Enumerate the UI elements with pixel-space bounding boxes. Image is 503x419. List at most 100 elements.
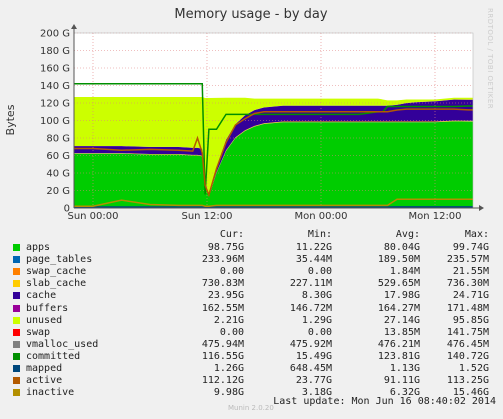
legend-avg-value: 27.14G [383, 314, 420, 326]
y-tick-label: 80 G [46, 134, 70, 145]
legend-avg-value: 91.11G [383, 375, 420, 387]
legend-min-value: 11.22G [295, 242, 332, 253]
legend-swatch [13, 389, 20, 397]
legend-swatch [13, 280, 20, 288]
legend-row-apps: apps 98.75G 11.22G 80.04G 99.74G [0, 241, 503, 254]
y-tick-label: 40 G [46, 169, 70, 180]
legend-avg-value: 17.98G [383, 290, 420, 302]
legend-swatch [13, 304, 20, 312]
last-update: Last update: Mon Jun 16 08:40:02 2014 [273, 396, 496, 407]
legend-row-swap-cache: swap_cache 0.00 0.00 1.84M 21.55M [0, 265, 503, 278]
legend-swatch [13, 244, 20, 251]
legend-swatch [13, 365, 20, 372]
legend-cur-value: 112.12G [201, 375, 244, 387]
y-tick-label: 120 G [40, 99, 70, 110]
y-axis-label: Bytes [4, 104, 17, 135]
x-tick-label: Sun 12:00 [181, 211, 232, 222]
legend-max-value: 171.48M [446, 302, 489, 314]
legend-min-value: 15.49G [295, 350, 332, 362]
legend-min-value: 23.77G [295, 375, 332, 387]
legend-max-value: 99.74G [452, 242, 489, 253]
legend-cur-value: 9.98G [213, 387, 244, 399]
legend-cur-value: 730.83M [201, 278, 244, 290]
legend-cur-value: 233.96M [201, 254, 244, 266]
legend-swatch [13, 340, 20, 348]
legend-min-value: 648.45M [289, 363, 332, 374]
legend-cur-value: 0.00 [219, 266, 244, 278]
legend-series-name: unused [26, 314, 63, 326]
legend-avg-value: 529.65M [377, 278, 420, 290]
y-axis-arrow [71, 24, 77, 29]
legend-row-unused: unused 2.21G 1.29G 27.14G 95.85G [0, 314, 503, 327]
legend-min-value: 475.92M [289, 338, 332, 350]
legend-series-name: active [26, 375, 63, 387]
legend-max-value: 95.85G [452, 314, 489, 326]
legend-avg-value: 80.04G [383, 242, 420, 253]
legend-avg-value: 123.81G [377, 350, 420, 362]
legend-min-value: 146.72M [289, 302, 332, 314]
legend-row-buffers: buffers 162.55M 146.72M 164.27M 171.48M [0, 302, 503, 315]
legend-min-value: 227.11M [289, 278, 332, 290]
legend-series-name: cache [26, 290, 57, 302]
legend-series-name: swap_cache [26, 266, 87, 278]
legend-min-value: 1.29G [301, 314, 332, 326]
legend-series-name: vmalloc_used [26, 338, 99, 350]
legend-series-name: committed [26, 350, 81, 362]
legend-avg-value: 13.85M [383, 326, 420, 338]
legend-row-vmalloc-used: vmalloc_used 475.94M 475.92M 476.21M 476.45M [0, 338, 503, 351]
legend-max-value: 235.57M [446, 254, 489, 266]
legend-row-cache: cache 23.95G 8.30G 17.98G 24.71G [0, 289, 503, 302]
legend-max-value: 736.30M [446, 278, 489, 290]
legend-avg-value: 476.21M [377, 338, 420, 350]
legend-header: Cur: Min: Avg: Max: [0, 228, 503, 241]
chart-title: Memory usage - by day [174, 7, 327, 22]
legend-cur-value: 1.26G [213, 363, 244, 374]
legend-row-mapped: mapped 1.26G 648.45M 1.13G 1.52G [0, 362, 503, 375]
legend-min-value: 0.00 [307, 266, 332, 278]
y-tick-label: 160 G [40, 64, 70, 75]
legend-max-value: 1.52G [458, 363, 489, 374]
legend-series-name: buffers [26, 302, 69, 314]
legend-cur-value: 475.94M [201, 338, 244, 350]
rrdtool-watermark: RRDTOOL / TOBI OETIKER [486, 8, 494, 110]
legend-row-page-tables: page_tables 233.96M 35.44M 189.50M 235.57M [0, 253, 503, 266]
legend-header-cur: Cur: [219, 229, 244, 240]
y-tick-label: 60 G [46, 151, 70, 162]
legend-swatch [13, 377, 20, 385]
legend-cur-value: 23.95G [207, 290, 244, 302]
y-tick-label: 200 G [40, 29, 70, 40]
x-tick-label: Mon 12:00 [408, 211, 461, 222]
y-tick-label: 140 G [40, 81, 70, 92]
legend-header-avg: Avg: [395, 229, 420, 240]
legend-swatch [13, 256, 20, 264]
legend-max-value: 141.75M [446, 326, 489, 338]
legend-max-value: 24.71G [452, 290, 489, 302]
legend-min-value: 35.44M [295, 254, 332, 266]
x-tick-label: Sun 00:00 [67, 211, 118, 222]
legend-row-swap: swap 0.00 0.00 13.85M 141.75M [0, 326, 503, 339]
legend-avg-value: 164.27M [377, 302, 420, 314]
legend-row-committed: committed 116.55G 15.49G 123.81G 140.72G [0, 350, 503, 363]
legend-swatch [13, 316, 20, 324]
legend-cur-value: 0.00 [219, 326, 244, 338]
legend-max-value: 113.25G [446, 375, 489, 387]
legend-cur-value: 2.21G [213, 314, 244, 326]
y-tick-label: 180 G [40, 46, 70, 57]
legend-series-name: page_tables [26, 254, 93, 266]
legend-row-active: active 112.12G 23.77G 91.11G 113.25G [0, 374, 503, 387]
legend-min-value: 0.00 [307, 326, 332, 338]
y-tick-label: 20 G [46, 186, 70, 197]
legend-max-value: 21.55M [452, 266, 489, 278]
legend-avg-value: 189.50M [377, 254, 420, 266]
chart: Memory usage - by day Bytes 020 G40 G60 … [4, 7, 484, 222]
y-tick-label: 100 G [40, 116, 70, 127]
legend-header-max: Max: [464, 229, 489, 240]
legend-header-min: Min: [307, 229, 332, 240]
munin-version: Munin 2.0.20 [228, 404, 274, 412]
munin-graph: Memory usage - by day Bytes 0 20 G 40 G 60 … [0, 0, 503, 419]
legend-series-name: slab_cache [26, 278, 87, 290]
legend-swatch [13, 292, 20, 300]
legend-max-value: 140.72G [446, 350, 489, 362]
legend-row-slab-cache: slab_cache 730.83M 227.11M 529.65M 736.30M [0, 277, 503, 290]
legend-swatch [13, 352, 20, 360]
